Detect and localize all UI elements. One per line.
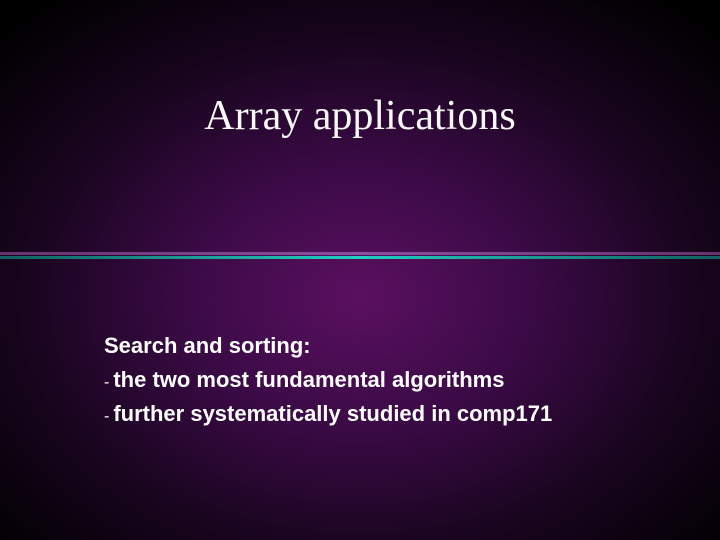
- body-item-text: further systematically studied in comp17…: [113, 401, 552, 426]
- divider-line-purple: [0, 252, 720, 255]
- bullet-dash: -: [104, 374, 109, 391]
- slide: Array applications Search and sorting: -…: [0, 0, 720, 540]
- body-item: -further systematically studied in comp1…: [104, 398, 660, 430]
- divider: [0, 252, 720, 260]
- bullet-dash: -: [104, 408, 109, 425]
- slide-title: Array applications: [0, 92, 720, 140]
- body-item: -the two most fundamental algorithms: [104, 364, 660, 396]
- divider-line-teal: [0, 256, 720, 259]
- body-item-text: the two most fundamental algorithms: [113, 367, 504, 392]
- body-text: Search and sorting: -the two most fundam…: [104, 330, 660, 432]
- body-heading: Search and sorting:: [104, 330, 660, 362]
